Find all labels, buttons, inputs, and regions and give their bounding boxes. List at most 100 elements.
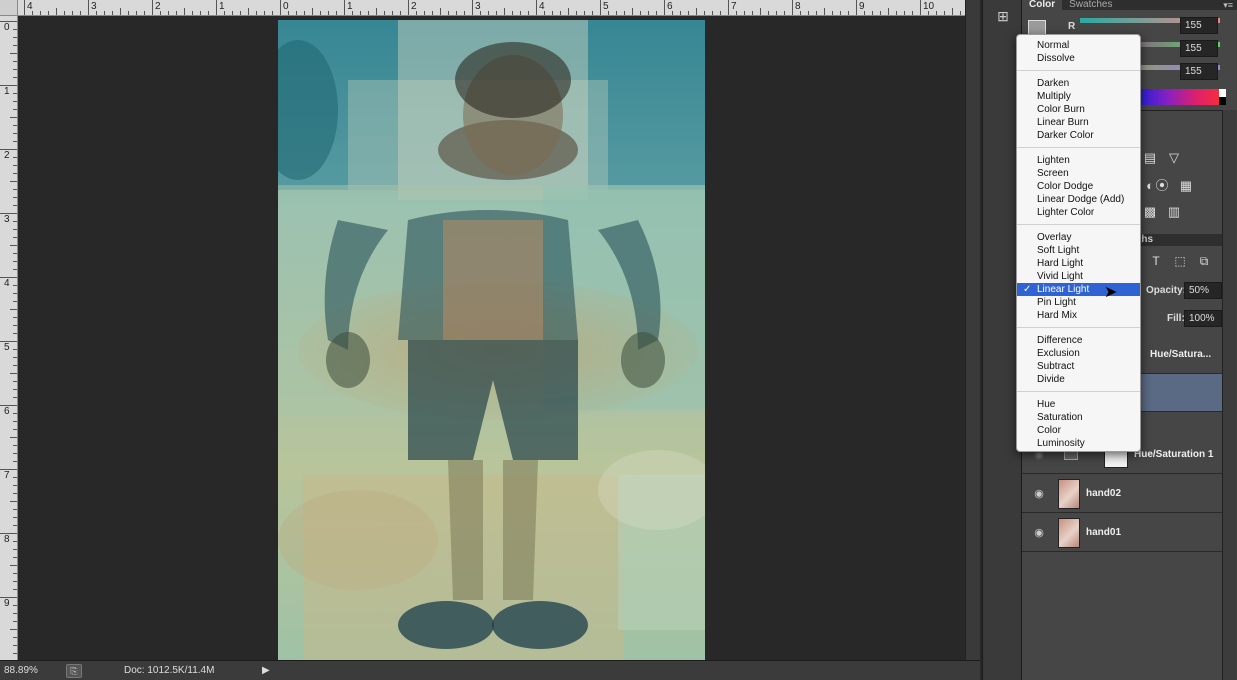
ruler-minor-tick bbox=[872, 11, 873, 15]
blend-mode-item-dissolve[interactable]: Dissolve bbox=[1017, 52, 1140, 65]
blend-mode-item-linear-dodge-add[interactable]: Linear Dodge (Add) bbox=[1017, 193, 1140, 206]
color-balance-icon[interactable]: ⦿ bbox=[1154, 179, 1170, 193]
menu-item-label: Saturation bbox=[1037, 412, 1083, 423]
layer-name[interactable]: Hue/Saturation 1 bbox=[1134, 449, 1213, 460]
layer-row-hand01[interactable]: ◉ hand01 bbox=[1022, 514, 1222, 552]
ruler-minor-tick bbox=[504, 8, 505, 15]
vertical-ruler[interactable]: 0 1 2 3 4 5 6 7 8 9 bbox=[0, 16, 18, 660]
color-lookup-grid-icon[interactable]: ▦ bbox=[1178, 179, 1194, 193]
ruler-minor-tick bbox=[13, 325, 17, 326]
layer-row-hand02[interactable]: ◉ hand02 bbox=[1022, 475, 1222, 513]
blend-mode-item-vivid-light[interactable]: Vivid Light bbox=[1017, 270, 1140, 283]
blend-mode-item-normal[interactable]: Normal bbox=[1017, 39, 1140, 52]
gradient-map-triangle-icon[interactable]: ▽ bbox=[1166, 151, 1182, 165]
white-swatch[interactable] bbox=[1219, 89, 1226, 97]
ruler-minor-tick bbox=[624, 11, 625, 15]
ruler-minor-tick bbox=[13, 221, 17, 222]
blend-mode-item-color-dodge[interactable]: Color Dodge bbox=[1017, 180, 1140, 193]
blend-mode-item-screen[interactable]: Screen bbox=[1017, 167, 1140, 180]
blend-mode-dropdown-menu: Normal Dissolve Darken Multiply Color Burn Li… bbox=[1016, 34, 1141, 452]
blend-mode-item-divide[interactable]: Divide bbox=[1017, 373, 1140, 386]
blend-mode-item-exclusion[interactable]: Exclusion bbox=[1017, 347, 1140, 360]
blend-mode-item-linear-burn[interactable]: Linear Burn bbox=[1017, 116, 1140, 129]
ruler-minor-tick bbox=[440, 8, 441, 15]
ruler-minor-tick bbox=[520, 11, 521, 15]
status-menu-arrow-icon[interactable]: ▶ bbox=[262, 665, 270, 676]
blend-mode-item-subtract[interactable]: Subtract bbox=[1017, 360, 1140, 373]
blend-mode-item-darken[interactable]: Darken bbox=[1017, 77, 1140, 90]
blend-mode-item-difference[interactable]: Difference bbox=[1017, 334, 1140, 347]
ruler-minor-tick bbox=[752, 11, 753, 15]
tab-color[interactable]: Color bbox=[1022, 0, 1063, 10]
layer-thumbnail[interactable] bbox=[1058, 518, 1080, 548]
blend-mode-item-saturation[interactable]: Saturation bbox=[1017, 411, 1140, 424]
ruler-minor-tick bbox=[13, 421, 17, 422]
ruler-minor-tick bbox=[192, 11, 193, 15]
exposure-icon[interactable]: ▤ bbox=[1142, 151, 1158, 165]
blend-mode-item-soft-light[interactable]: Soft Light bbox=[1017, 244, 1140, 257]
ruler-minor-tick bbox=[648, 11, 649, 15]
proof-icon[interactable]: ⎘ bbox=[66, 663, 82, 678]
blend-mode-item-hue[interactable]: Hue bbox=[1017, 398, 1140, 411]
layer-name[interactable]: hand01 bbox=[1086, 527, 1121, 538]
smart-object-filter-icon[interactable]: ⧉ bbox=[1197, 254, 1211, 268]
menu-item-label: Dissolve bbox=[1037, 53, 1075, 64]
ruler-minor-tick bbox=[10, 629, 17, 630]
ruler-minor-tick bbox=[336, 11, 337, 15]
blend-mode-item-color[interactable]: Color bbox=[1017, 424, 1140, 437]
layer-name[interactable]: Hue/Satura... bbox=[1150, 349, 1211, 360]
blend-mode-item-linear-light[interactable]: ✓ Linear Light bbox=[1017, 283, 1140, 296]
visibility-eye-icon[interactable]: ◉ bbox=[1032, 526, 1046, 539]
document-canvas-area[interactable] bbox=[18, 16, 965, 660]
blue-value-field[interactable]: 155 bbox=[1180, 63, 1218, 80]
blend-mode-item-lighten[interactable]: Lighten bbox=[1017, 154, 1140, 167]
ruler-minor-tick bbox=[744, 11, 745, 15]
blend-mode-item-color-burn[interactable]: Color Burn bbox=[1017, 103, 1140, 116]
ruler-minor-tick bbox=[208, 11, 209, 15]
menu-separator bbox=[1017, 70, 1140, 71]
ruler-minor-tick bbox=[712, 11, 713, 15]
fill-input[interactable]: 100% bbox=[1184, 310, 1222, 327]
type-filter-icon[interactable]: T bbox=[1149, 254, 1163, 268]
ruler-minor-tick bbox=[584, 11, 585, 15]
ruler-minor-tick bbox=[200, 11, 201, 15]
ruler-minor-tick bbox=[13, 613, 17, 614]
ruler-minor-tick bbox=[824, 8, 825, 15]
color-spectrum-bar[interactable] bbox=[1140, 89, 1226, 105]
horizontal-ruler[interactable]: 4 3 2 1 0 1 2 3 4 5 6 7 8 9 10 bbox=[18, 0, 965, 16]
blend-mode-item-lighter-color[interactable]: Lighter Color bbox=[1017, 206, 1140, 219]
green-value-field[interactable]: 155 bbox=[1180, 40, 1218, 57]
gradient-fill-icon[interactable]: ▥ bbox=[1166, 205, 1182, 219]
blend-mode-item-hard-light[interactable]: Hard Light bbox=[1017, 257, 1140, 270]
tool-presets-icon[interactable]: ⊞ bbox=[995, 8, 1011, 24]
blend-mode-item-luminosity[interactable]: Luminosity bbox=[1017, 437, 1140, 450]
blend-mode-item-darker-color[interactable]: Darker Color bbox=[1017, 129, 1140, 142]
ruler-minor-tick bbox=[13, 141, 17, 142]
layer-name[interactable]: hand02 bbox=[1086, 488, 1121, 499]
layers-panel-scrollbar[interactable] bbox=[1222, 110, 1237, 680]
menu-item-label: Pin Light bbox=[1037, 297, 1076, 308]
canvas-vertical-scrollbar[interactable] bbox=[965, 0, 980, 660]
ruler-minor-tick bbox=[480, 11, 481, 15]
blend-mode-item-overlay[interactable]: Overlay bbox=[1017, 231, 1140, 244]
ruler-minor-tick bbox=[13, 93, 17, 94]
ruler-minor-tick bbox=[13, 605, 17, 606]
ruler-minor-tick bbox=[928, 11, 929, 15]
layer-thumbnail[interactable] bbox=[1058, 479, 1080, 509]
ruler-minor-tick bbox=[776, 11, 777, 15]
ruler-minor-tick bbox=[328, 11, 329, 15]
zoom-level-field[interactable]: 88.89% bbox=[0, 665, 58, 676]
blend-mode-item-multiply[interactable]: Multiply bbox=[1017, 90, 1140, 103]
selective-color-icon[interactable]: ▩ bbox=[1142, 205, 1158, 219]
black-swatch[interactable] bbox=[1219, 97, 1226, 105]
blend-mode-item-pin-light[interactable]: Pin Light bbox=[1017, 296, 1140, 309]
shape-filter-icon[interactable]: ⬚ bbox=[1173, 254, 1187, 268]
blend-mode-item-hard-mix[interactable]: Hard Mix bbox=[1017, 309, 1140, 322]
opacity-input[interactable]: 50% bbox=[1184, 282, 1222, 299]
tab-swatches[interactable]: Swatches bbox=[1062, 0, 1119, 10]
red-value-field[interactable]: 155 bbox=[1180, 17, 1218, 34]
visibility-eye-icon[interactable]: ◉ bbox=[1032, 487, 1046, 500]
ruler-corner[interactable] bbox=[0, 0, 18, 16]
document-artwork[interactable] bbox=[278, 20, 705, 660]
ruler-minor-tick bbox=[512, 11, 513, 15]
